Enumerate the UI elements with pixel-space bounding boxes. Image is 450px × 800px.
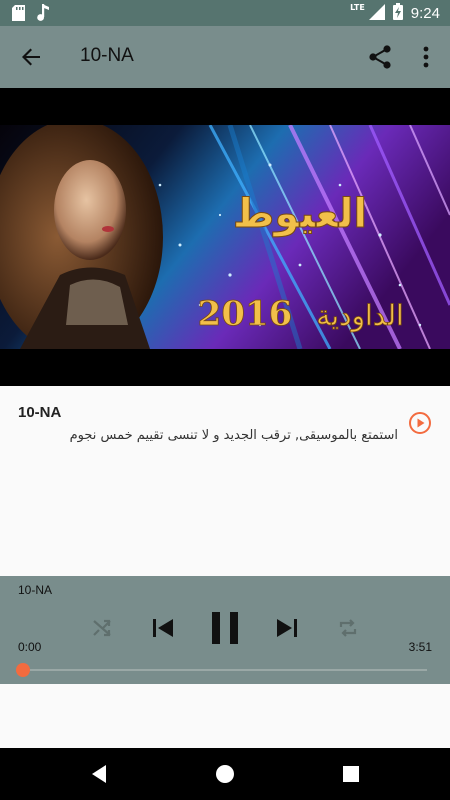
track-info-panel: 10-NA استمتع بالموسيقى, ترقب الجديد و لا… bbox=[0, 386, 450, 576]
more-vert-icon[interactable] bbox=[414, 43, 438, 71]
status-time: 9:24 bbox=[410, 5, 440, 22]
music-note-icon bbox=[37, 4, 49, 25]
album-art-year: 2016 bbox=[198, 294, 293, 334]
repeat-icon[interactable] bbox=[336, 610, 360, 646]
recents-square-icon[interactable] bbox=[339, 762, 363, 786]
track-description: استمتع بالموسيقى, ترقب الجديد و لا تنسى … bbox=[69, 428, 398, 443]
network-type: LTE bbox=[350, 3, 365, 12]
current-time: 0:00 bbox=[18, 640, 42, 654]
shuffle-icon[interactable] bbox=[90, 610, 114, 646]
signal-icon bbox=[368, 3, 385, 24]
album-art-subtitle: الداودية bbox=[316, 299, 404, 332]
skip-previous-icon[interactable] bbox=[150, 610, 176, 646]
track-title: 10-NA bbox=[18, 404, 62, 421]
sd-card-icon bbox=[12, 4, 25, 25]
album-art-title: العيوط bbox=[233, 191, 367, 237]
battery-charging-icon bbox=[392, 3, 403, 24]
album-art-area: العيوط الداودية 2016 bbox=[0, 88, 450, 386]
share-icon[interactable] bbox=[366, 43, 394, 71]
seek-bar[interactable] bbox=[16, 663, 427, 677]
pause-icon[interactable] bbox=[208, 610, 242, 646]
album-art: العيوط الداودية 2016 bbox=[0, 125, 450, 349]
back-triangle-icon[interactable] bbox=[88, 762, 112, 786]
navigation-bar bbox=[0, 748, 450, 800]
play-circle-icon[interactable] bbox=[408, 411, 432, 435]
player-panel: 10-NA 0:00 3:51 bbox=[0, 576, 450, 684]
seek-thumb[interactable] bbox=[16, 663, 30, 677]
toolbar-title: 10-NA bbox=[80, 45, 134, 66]
empty-area bbox=[0, 684, 450, 748]
toolbar: 10-NA bbox=[0, 26, 450, 88]
player-track-title: 10-NA bbox=[18, 583, 53, 597]
back-arrow-icon[interactable] bbox=[16, 42, 46, 72]
status-bar: LTE 9:24 bbox=[0, 0, 450, 26]
home-circle-icon[interactable] bbox=[213, 762, 237, 786]
skip-next-icon[interactable] bbox=[274, 610, 300, 646]
total-time: 3:51 bbox=[408, 640, 432, 654]
